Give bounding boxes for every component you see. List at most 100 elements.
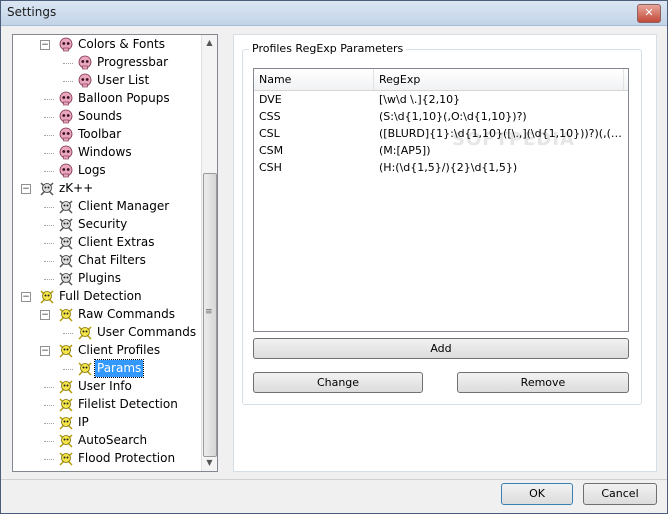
tree-item[interactable]: − zK++ (13, 180, 201, 198)
list-item[interactable]: CSL ([BLURD]{1}:\d{1,10}([\.,](\d{1,10}))… (254, 125, 628, 142)
tree-item[interactable]: Windows (13, 144, 201, 162)
group-title: Profiles RegExp Parameters (249, 42, 407, 55)
tree-item[interactable]: Security (13, 216, 201, 234)
tree-scrollbar[interactable]: ▲ ≡ ▼ (201, 35, 217, 471)
tree-item[interactable]: User List (13, 72, 201, 90)
close-button[interactable]: ✕ (637, 4, 661, 23)
tree-item-label: Client Manager (78, 199, 170, 213)
regexp-list[interactable]: Name RegExp SOFTPEDIA DVE [\w\d \.]{2,10}… (253, 68, 629, 332)
tree-connector (44, 135, 54, 136)
tree-item[interactable]: Client Manager (13, 198, 201, 216)
tree-connector (44, 261, 54, 262)
remove-button[interactable]: Remove (457, 372, 629, 393)
tree-connector (44, 225, 54, 226)
cell-regexp: [\w\d \.]{2,10} (379, 93, 461, 106)
tree-connector (63, 369, 73, 370)
tree-item[interactable]: Flood Protection (13, 450, 201, 468)
tree-item-label: User Info (78, 379, 132, 393)
skull-crossbones-icon (39, 181, 55, 197)
tree-item[interactable]: − Raw Commands (13, 306, 201, 324)
list-item[interactable]: CSM (M:[AP5]) (254, 142, 628, 159)
list-header: Name RegExp (254, 69, 628, 91)
tree-item-label: Params (93, 359, 145, 378)
tree-item-label: Full Detection (59, 289, 142, 303)
ok-button[interactable]: OK (501, 483, 573, 505)
skull-yellow-icon (58, 451, 74, 467)
tree-item[interactable]: Sounds (13, 108, 201, 126)
tree-item-label: Windows (78, 145, 132, 159)
tree-connector (44, 279, 54, 280)
scroll-down-arrow-icon[interactable]: ▼ (202, 455, 217, 471)
tree-connector (44, 171, 54, 172)
skull-yellow-icon (58, 433, 74, 449)
collapse-toggle-icon[interactable]: − (21, 184, 31, 194)
tree-item-label: Plugins (78, 271, 121, 285)
tree-item[interactable]: − Full Detection (13, 288, 201, 306)
list-item[interactable]: CSH (H:(\d{1,5}/){2}\d{1,5}) (254, 159, 628, 176)
tree-item-label: Logs (78, 163, 106, 177)
settings-tree[interactable]: − Colors & Fonts Progressbar User List Ballo… (12, 34, 218, 472)
settings-window: Settings ✕ − Colors & Fonts Progressbar Use… (0, 0, 668, 514)
tree-item[interactable]: User Commands (13, 324, 201, 342)
skull-yellow-icon (58, 379, 74, 395)
skull-pink-icon (58, 127, 74, 143)
tree-connector (44, 405, 54, 406)
tree-connector (44, 207, 54, 208)
change-button[interactable]: Change (253, 372, 423, 393)
collapse-toggle-icon[interactable]: − (40, 40, 50, 50)
list-item[interactable]: CSS (S:\d{1,10}(,O:\d{1,10})?) (254, 108, 628, 125)
tree-item[interactable]: Params (13, 359, 201, 378)
scroll-up-arrow-icon[interactable]: ▲ (202, 35, 217, 51)
tree-item-label: Security (78, 217, 128, 231)
tree-item-label: User List (97, 73, 150, 87)
skull-crossbones-icon (58, 271, 74, 287)
collapse-toggle-icon[interactable]: − (40, 310, 50, 320)
skull-pink-icon (58, 109, 74, 125)
tree-item[interactable]: − Colors & Fonts (13, 36, 201, 54)
skull-pink-icon (58, 37, 74, 53)
tree-item[interactable]: Filelist Detection (13, 396, 201, 414)
tree-item[interactable]: User Info (13, 378, 201, 396)
tree-connector (44, 99, 54, 100)
tree-item[interactable]: Balloon Popups (13, 90, 201, 108)
tree-item[interactable]: Plugins (13, 270, 201, 288)
skull-pink-icon (77, 73, 93, 89)
skull-pink-icon (58, 91, 74, 107)
tree-connector (44, 117, 54, 118)
list-item[interactable]: DVE [\w\d \.]{2,10} (254, 91, 628, 108)
window-title: Settings (7, 5, 57, 19)
tree-connector (63, 333, 73, 334)
skull-pink-icon (58, 145, 74, 161)
collapse-toggle-icon[interactable]: − (40, 346, 50, 356)
add-button[interactable]: Add (253, 338, 629, 359)
tree-item-label: Chat Filters (78, 253, 146, 267)
skull-crossbones-icon (58, 199, 74, 215)
tree-item-label: Raw Commands (78, 307, 175, 321)
tree-item[interactable]: Logs (13, 162, 201, 180)
tree-connector (44, 243, 54, 244)
tree-item[interactable]: Client Extras (13, 234, 201, 252)
column-header-name[interactable]: Name (254, 69, 374, 90)
cell-regexp: (S:\d{1,10}(,O:\d{1,10})?) (379, 110, 527, 123)
cell-name: CSM (259, 144, 284, 157)
cancel-button[interactable]: Cancel (583, 483, 657, 505)
tree-item[interactable]: − Client Profiles (13, 342, 201, 360)
tree-item[interactable]: IP (13, 414, 201, 432)
footer-divider (1, 479, 667, 480)
tree-item[interactable]: Chat Filters (13, 252, 201, 270)
tree-item[interactable]: Progressbar (13, 54, 201, 72)
tree-connector (44, 423, 54, 424)
tree-item-label: zK++ (59, 181, 94, 195)
collapse-toggle-icon[interactable]: − (21, 292, 31, 302)
cell-name: DVE (259, 93, 282, 106)
skull-yellow-icon (58, 397, 74, 413)
grip-icon: ≡ (205, 307, 213, 317)
column-header-regexp[interactable]: RegExp (374, 69, 624, 90)
cell-regexp: (H:(\d{1,5}/){2}\d{1,5}) (379, 161, 518, 174)
cell-regexp: (M:[AP5]) (379, 144, 431, 157)
skull-yellow-icon (58, 343, 74, 359)
tree-item-label: Flood Protection (78, 451, 176, 465)
tree-item[interactable]: AutoSearch (13, 432, 201, 450)
tree-item[interactable]: Toolbar (13, 126, 201, 144)
tree-connector (44, 441, 54, 442)
